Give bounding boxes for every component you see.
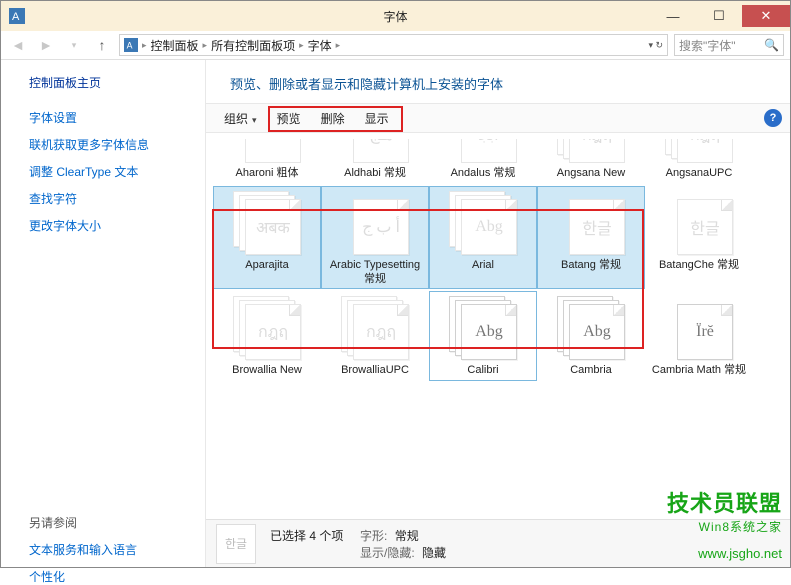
search-placeholder: 搜索"字体" (679, 37, 736, 54)
status-bar: 한글 已选择 4 个项 字形: 常规 已选择 4 个项 显示/隐藏: 隐藏 (206, 519, 790, 567)
svg-text:A: A (127, 41, 133, 51)
status-showhide-label: 显示/隐藏: (360, 546, 415, 560)
see-also-header: 另请参阅 (29, 514, 187, 531)
sidebar-link[interactable]: 调整 ClearType 文本 (29, 163, 187, 180)
sidebar-link[interactable]: 文本服务和输入语言 (29, 541, 187, 558)
font-thumbnail: هـﺞ (341, 139, 409, 163)
font-label: AngsanaUPC (666, 167, 733, 181)
status-count: 已选择 4 个项 (270, 529, 343, 543)
font-label: Arabic Typesetting 常规 (325, 259, 425, 287)
font-item[interactable]: هـﺞ Aldhabi 常规 (322, 135, 428, 183)
font-thumbnail: 한글 (557, 191, 625, 255)
delete-button[interactable]: 删除 (311, 106, 355, 131)
font-label: Andalus 常规 (451, 167, 516, 181)
status-style-label: 字形: (360, 529, 387, 543)
font-label: Calibri (467, 364, 498, 378)
font-label: Aharoni 粗体 (236, 167, 299, 181)
font-label: BrowalliaUPC (341, 364, 409, 378)
font-label: Angsana New (557, 167, 626, 181)
font-thumbnail: أﺑﺠ (449, 139, 517, 163)
font-thumbnail: أ ب ج (341, 191, 409, 255)
font-item[interactable]: ר.פא Aharoni 粗体 (214, 135, 320, 183)
font-item[interactable]: Abg Calibri (430, 292, 536, 380)
sidebar: 控制面板主页 字体设置 联机获取更多字体信息 调整 ClearType 文本 查… (1, 60, 206, 567)
sidebar-link[interactable]: 联机获取更多字体信息 (29, 136, 187, 153)
breadcrumb-item[interactable]: 所有控制面板项 (211, 37, 295, 54)
font-item[interactable]: Abg Cambria (538, 292, 644, 380)
font-label: Batang 常规 (561, 259, 621, 273)
font-label: Aldhabi 常规 (344, 167, 406, 181)
status-thumb: 한글 (216, 524, 256, 564)
page-title: 预览、删除或者显示和隐藏计算机上安装的字体 (206, 60, 790, 103)
preview-button[interactable]: 预览 (267, 106, 311, 131)
status-showhide-value: 隐藏 (422, 546, 446, 560)
navbar: ◄ ► ▾ ↑ A ▸ 控制面板 ▸ 所有控制面板项 ▸ 字体 ▸ ▾ ↻ 搜索… (1, 31, 790, 60)
font-item[interactable]: Ϊrĕ Cambria Math 常规 (646, 292, 752, 380)
font-label: Cambria (570, 364, 612, 378)
font-label: Aparajita (245, 259, 288, 273)
up-button[interactable]: ↑ (91, 34, 113, 56)
font-thumbnail: กฎฤ (341, 296, 409, 360)
main-panel: 预览、删除或者显示和隐藏计算机上安装的字体 组织 预览 删除 显示 ? ר.פא… (206, 60, 790, 567)
breadcrumb[interactable]: A ▸ 控制面板 ▸ 所有控制面板项 ▸ 字体 ▸ ▾ ↻ (119, 34, 668, 56)
titlebar: A 字体 — ☐ ✕ (1, 1, 790, 31)
refresh-icon[interactable]: ▾ ↻ (648, 40, 663, 51)
font-item[interactable]: 한글 BatangChe 常规 (646, 187, 752, 289)
folder-icon: A (124, 38, 138, 52)
search-input[interactable]: 搜索"字体" 🔍 (674, 34, 784, 56)
font-item[interactable]: अबक Aparajita (214, 187, 320, 289)
control-panel-home[interactable]: 控制面板主页 (29, 74, 187, 91)
window-title: 字体 (383, 8, 407, 25)
font-item[interactable]: أ ب ج Arabic Typesetting 常规 (322, 187, 428, 289)
font-item[interactable]: 한글 Batang 常规 (538, 187, 644, 289)
show-button[interactable]: 显示 (355, 106, 399, 131)
font-item[interactable]: أﺑﺠ Andalus 常规 (430, 135, 536, 183)
forward-button[interactable]: ► (35, 34, 57, 56)
font-grid: ר.פא Aharoni 粗体 هـﺞ Aldhabi 常规 أﺑﺠ Andalus 常规… (206, 133, 790, 382)
font-label: Arial (472, 259, 494, 273)
app-icon: A (9, 8, 25, 24)
breadcrumb-item[interactable]: 字体 (308, 37, 332, 54)
font-item[interactable]: กฎฤ AngsanaUPC (646, 135, 752, 183)
font-thumbnail: กฎฤ (557, 139, 625, 163)
font-thumbnail: Abg (557, 296, 625, 360)
help-icon[interactable]: ? (764, 109, 782, 127)
font-label: Browallia New (232, 364, 302, 378)
font-thumbnail: กฎฤ (665, 139, 733, 163)
sidebar-link[interactable]: 字体设置 (29, 109, 187, 126)
font-thumbnail: अबक (233, 191, 301, 255)
close-button[interactable]: ✕ (742, 5, 790, 27)
dropdown-history[interactable]: ▾ (63, 34, 85, 56)
font-thumbnail: Abg (449, 296, 517, 360)
svg-text:A: A (12, 11, 20, 23)
search-icon: 🔍 (764, 38, 779, 52)
sidebar-link[interactable]: 个性化 (29, 568, 187, 585)
font-thumbnail: 한글 (665, 191, 733, 255)
font-item[interactable]: กฎฤ BrowalliaUPC (322, 292, 428, 380)
status-style-value: 常规 (395, 529, 419, 543)
font-item[interactable]: Abg Arial (430, 187, 536, 289)
font-thumbnail: Ϊrĕ (665, 296, 733, 360)
breadcrumb-item[interactable]: 控制面板 (151, 37, 199, 54)
minimize-button[interactable]: — (650, 5, 696, 27)
maximize-button[interactable]: ☐ (696, 5, 742, 27)
font-item[interactable]: กฎฤ Browallia New (214, 292, 320, 380)
font-label: Cambria Math 常规 (652, 364, 746, 378)
toolbar: 组织 预览 删除 显示 ? (206, 103, 790, 133)
sidebar-link[interactable]: 更改字体大小 (29, 217, 187, 234)
sidebar-link[interactable]: 查找字符 (29, 190, 187, 207)
organize-button[interactable]: 组织 (214, 106, 267, 131)
font-thumbnail: Abg (449, 191, 517, 255)
back-button[interactable]: ◄ (7, 34, 29, 56)
font-thumbnail: กฎฤ (233, 296, 301, 360)
font-item[interactable]: กฎฤ Angsana New (538, 135, 644, 183)
font-thumbnail: ר.פא (233, 139, 301, 163)
font-label: BatangChe 常规 (659, 259, 739, 273)
